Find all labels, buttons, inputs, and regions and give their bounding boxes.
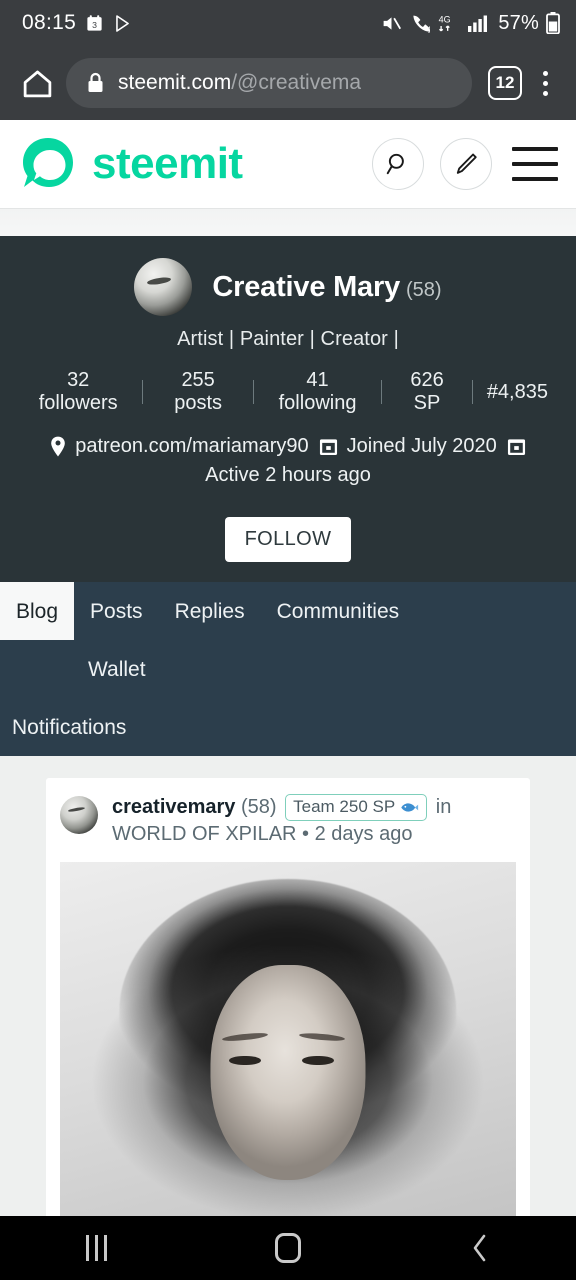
status-bar-left: 08:15 3 — [22, 11, 132, 35]
post-author[interactable]: creativemary — [112, 796, 235, 818]
pencil-icon[interactable] — [440, 138, 492, 190]
recent-apps-icon[interactable] — [51, 1223, 141, 1273]
android-status-bar: 08:15 3 1 4G 57% — [0, 0, 576, 46]
profile-joined-label: Joined July 2020 — [346, 435, 497, 457]
brand-name: steemit — [92, 139, 243, 188]
brand-logo-link[interactable]: steemit — [18, 135, 243, 193]
calendar-icon — [507, 437, 526, 456]
profile-stats: 32 followers 255 posts 41 following 626 … — [14, 369, 562, 415]
hamburger-icon[interactable] — [512, 147, 558, 181]
url-path: /@creativema — [231, 71, 362, 94]
page-viewport: steemit Creative Mary (58) Artist | Pain… — [0, 120, 576, 1216]
post-community-prefix: in — [435, 796, 452, 818]
profile-website[interactable]: patreon.com/mariamary90 — [50, 435, 309, 458]
status-badge-label: Team 250 SP — [293, 797, 396, 816]
svg-text:4G: 4G — [439, 14, 451, 24]
profile-identity: Creative Mary (58) — [14, 258, 562, 316]
status-bar-right: 1 4G 57% — [381, 12, 560, 35]
site-header: steemit — [0, 120, 576, 208]
network-4g-icon: 4G — [437, 13, 460, 34]
post-community[interactable]: WORLD OF XPILAR — [112, 823, 296, 845]
header-divider — [0, 208, 576, 236]
fish-icon — [400, 801, 419, 814]
stat-followers[interactable]: 32 followers — [14, 369, 142, 415]
home-icon[interactable] — [14, 60, 60, 106]
header-actions — [372, 138, 558, 190]
play-store-icon — [113, 14, 132, 33]
battery-percent: 57% — [498, 11, 539, 34]
post-image-face — [210, 965, 366, 1181]
avatar[interactable] — [134, 258, 193, 316]
post-meta-separator: • — [302, 823, 310, 845]
steemit-logo-icon — [18, 135, 78, 193]
stat-steem-power: 626 SP — [410, 369, 444, 414]
tab-communities[interactable]: Communities — [261, 582, 416, 640]
post-image-eye-right — [301, 1055, 334, 1066]
stat-rank: #4,835 — [486, 380, 548, 403]
lock-icon — [86, 72, 105, 94]
calendar-3-icon: 3 — [85, 14, 104, 33]
post-author-avatar[interactable] — [60, 796, 98, 834]
tab-notifications[interactable]: Notifications — [0, 698, 576, 756]
browser-toolbar: steemit.com/@creativema 12 — [0, 46, 576, 120]
status-clock: 08:15 — [22, 11, 77, 34]
post-author-reputation: (58) — [241, 796, 277, 818]
stat-following[interactable]: 41 following — [254, 369, 381, 415]
post-image[interactable] — [60, 862, 516, 1216]
follow-button[interactable]: FOLLOW — [224, 517, 352, 562]
search-icon[interactable] — [372, 138, 424, 190]
location-pin-icon — [50, 436, 66, 457]
reputation-score: (58) — [406, 278, 442, 301]
profile-card: Creative Mary (58) Artist | Painter | Cre… — [0, 236, 576, 582]
url-domain: steemit.com — [118, 71, 232, 94]
profile-website-label: patreon.com/mariamary90 — [75, 435, 309, 457]
profile-tagline: Artist | Painter | Creator | — [177, 328, 399, 350]
page-title: Creative Mary — [212, 270, 401, 303]
android-device-screen: 08:15 3 1 4G 57% — [0, 0, 576, 1280]
tab-blog[interactable]: Blog — [0, 582, 75, 640]
calendar-icon — [319, 437, 338, 456]
profile-meta: patreon.com/mariamary90 Joined July 2020 — [14, 435, 562, 458]
svg-text:1: 1 — [428, 25, 431, 34]
post-meta: creativemary (58) Team 250 SP in WORLD O… — [112, 794, 516, 848]
post-feed: creativemary (58) Team 250 SP in WORLD O… — [0, 756, 576, 1216]
tab-wallet[interactable]: Wallet — [72, 640, 162, 698]
system-navigation-bar — [0, 1216, 576, 1280]
profile-active-icon-group — [507, 437, 526, 456]
tab-counter-icon[interactable]: 12 — [488, 66, 522, 100]
follow-button-wrap: FOLLOW — [14, 517, 562, 582]
profile-joined: Joined July 2020 — [319, 435, 497, 458]
back-icon[interactable] — [435, 1223, 525, 1273]
profile-name-row: Creative Mary (58) — [212, 271, 441, 304]
home-button-icon[interactable] — [243, 1223, 333, 1273]
tab-posts[interactable]: Posts — [74, 582, 159, 640]
post-image-eye-left — [228, 1055, 261, 1066]
phone-vibrate-icon: 1 — [409, 13, 432, 34]
post-age: 2 days ago — [314, 823, 413, 845]
post-header: creativemary (58) Team 250 SP in WORLD O… — [46, 778, 530, 858]
profile-tab-bar: Blog Posts Replies Communities Wallet No… — [0, 582, 576, 756]
post-card[interactable]: creativemary (58) Team 250 SP in WORLD O… — [46, 778, 530, 1216]
url-bar[interactable]: steemit.com/@creativema — [66, 58, 472, 108]
status-badge: Team 250 SP — [285, 794, 428, 821]
mute-icon — [381, 13, 402, 34]
svg-text:3: 3 — [92, 19, 97, 29]
signal-bars-icon — [467, 13, 489, 33]
tab-replies[interactable]: Replies — [159, 582, 261, 640]
profile-active: Active 2 hours ago — [205, 464, 371, 486]
stat-posts[interactable]: 255 posts — [143, 369, 253, 415]
url-text: steemit.com/@creativema — [118, 71, 361, 95]
kebab-menu-icon[interactable] — [528, 63, 562, 103]
battery-icon — [546, 12, 560, 35]
